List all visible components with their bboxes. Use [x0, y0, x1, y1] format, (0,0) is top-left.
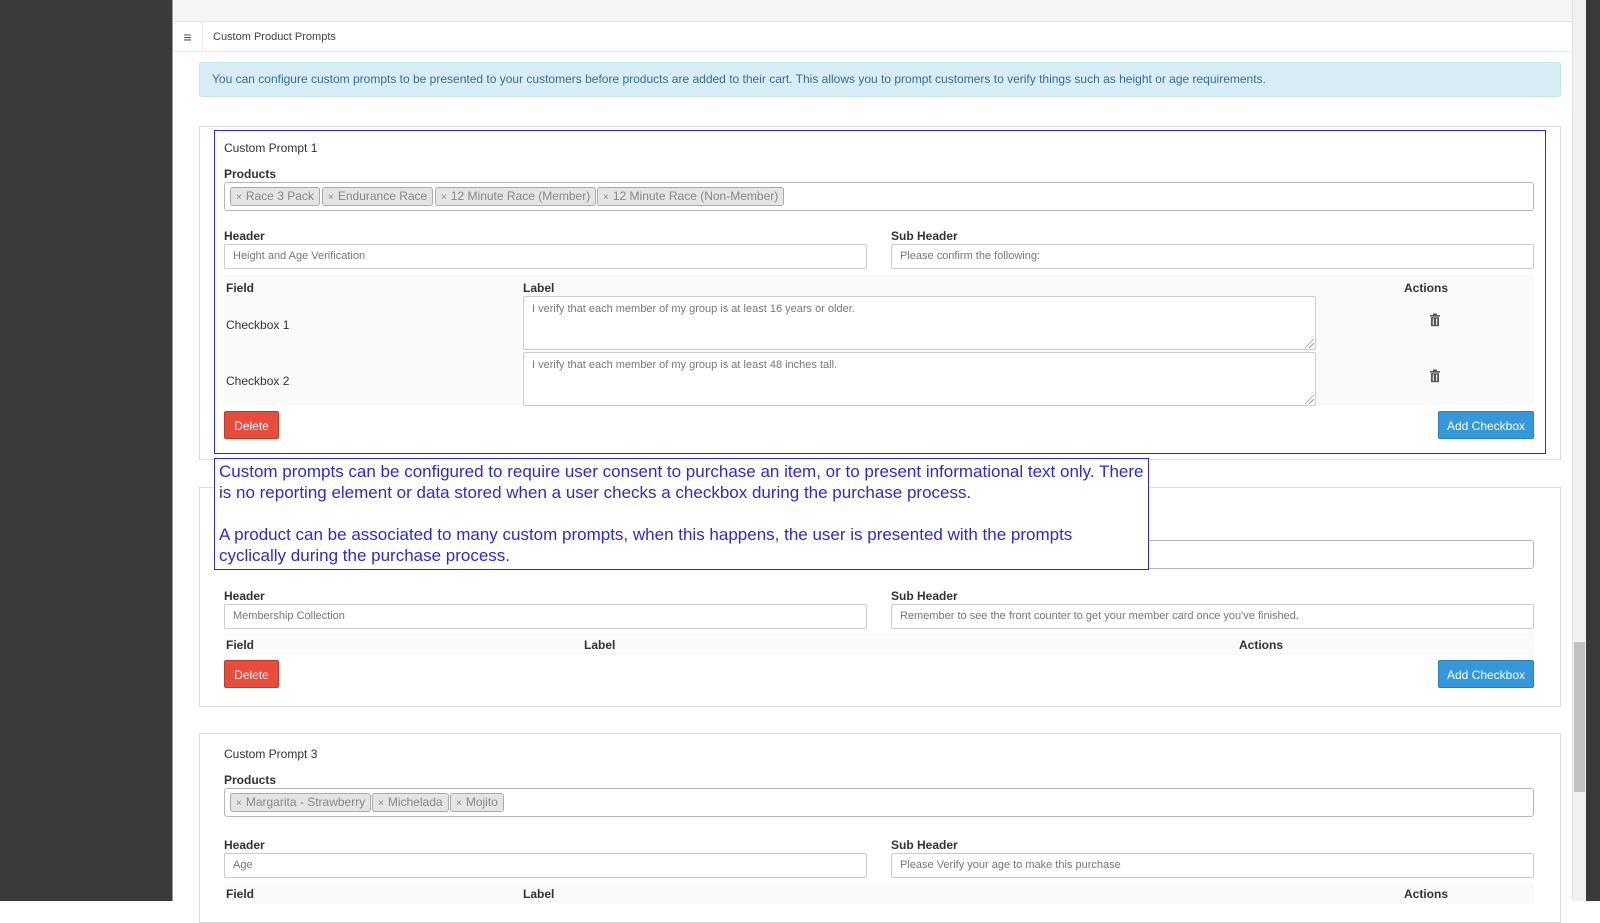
breadcrumb-bar: ≡ Custom Product Prompts: [173, 22, 1586, 52]
prompt-title: Custom Prompt 3: [224, 747, 318, 761]
checkbox-table: Field Label Actions: [224, 633, 1534, 655]
header-label: Header: [224, 838, 265, 852]
vertical-scrollbar[interactable]: [1572, 0, 1586, 901]
header-label: Header: [224, 589, 265, 603]
annotation-callout: Custom prompts can be configured to requ…: [214, 458, 1149, 570]
sub-header-input[interactable]: Remember to see the front counter to get…: [891, 604, 1534, 629]
sub-header-label: Sub Header: [891, 589, 958, 603]
callout-paragraph: A product can be associated to many cust…: [219, 525, 1073, 565]
header-input[interactable]: Membership Collection: [224, 604, 867, 629]
products-label: Products: [224, 773, 277, 787]
delete-prompt-button[interactable]: Delete: [224, 660, 279, 688]
main-content: ≡ Custom Product Prompts You can configu…: [172, 0, 1586, 923]
info-alert: You can configure custom prompts to be p…: [199, 62, 1561, 97]
custom-prompt-panel-3: Custom Prompt 3 Products × Margarita - St…: [199, 733, 1561, 923]
products-select[interactable]: × Margarita - Strawberry × Michelada × Moji…: [224, 788, 1534, 817]
sub-header-label: Sub Header: [891, 838, 958, 852]
actions-column-header: Actions: [1404, 887, 1449, 901]
add-checkbox-button[interactable]: Add Checkbox: [1438, 660, 1534, 688]
close-icon[interactable]: ×: [456, 798, 462, 809]
close-icon[interactable]: ×: [236, 798, 242, 809]
actions-column-header: Actions: [1239, 638, 1284, 652]
right-dark-margin: [1586, 0, 1600, 901]
page-title: Custom Product Prompts: [213, 31, 336, 43]
product-tag: × Michelada: [372, 793, 449, 812]
close-icon[interactable]: ×: [378, 798, 384, 809]
field-column-header: Field: [226, 638, 255, 652]
header-input[interactable]: Age: [224, 853, 867, 878]
hamburger-icon[interactable]: ≡: [173, 22, 203, 52]
top-strip: [173, 0, 1586, 22]
product-tag: × Margarita - Strawberry: [230, 793, 372, 812]
left-dark-margin: [0, 0, 172, 901]
highlight-frame: [214, 130, 1546, 454]
field-column-header: Field: [226, 887, 255, 901]
label-column-header: Label: [523, 887, 555, 901]
sub-header-input[interactable]: Please Verify your age to make this purc…: [891, 853, 1534, 878]
label-column-header: Label: [584, 638, 616, 652]
product-tag: × Mojito: [450, 793, 504, 812]
scrollbar-thumb[interactable]: [1574, 642, 1585, 792]
callout-paragraph: Custom prompts can be configured to requ…: [219, 462, 1144, 502]
